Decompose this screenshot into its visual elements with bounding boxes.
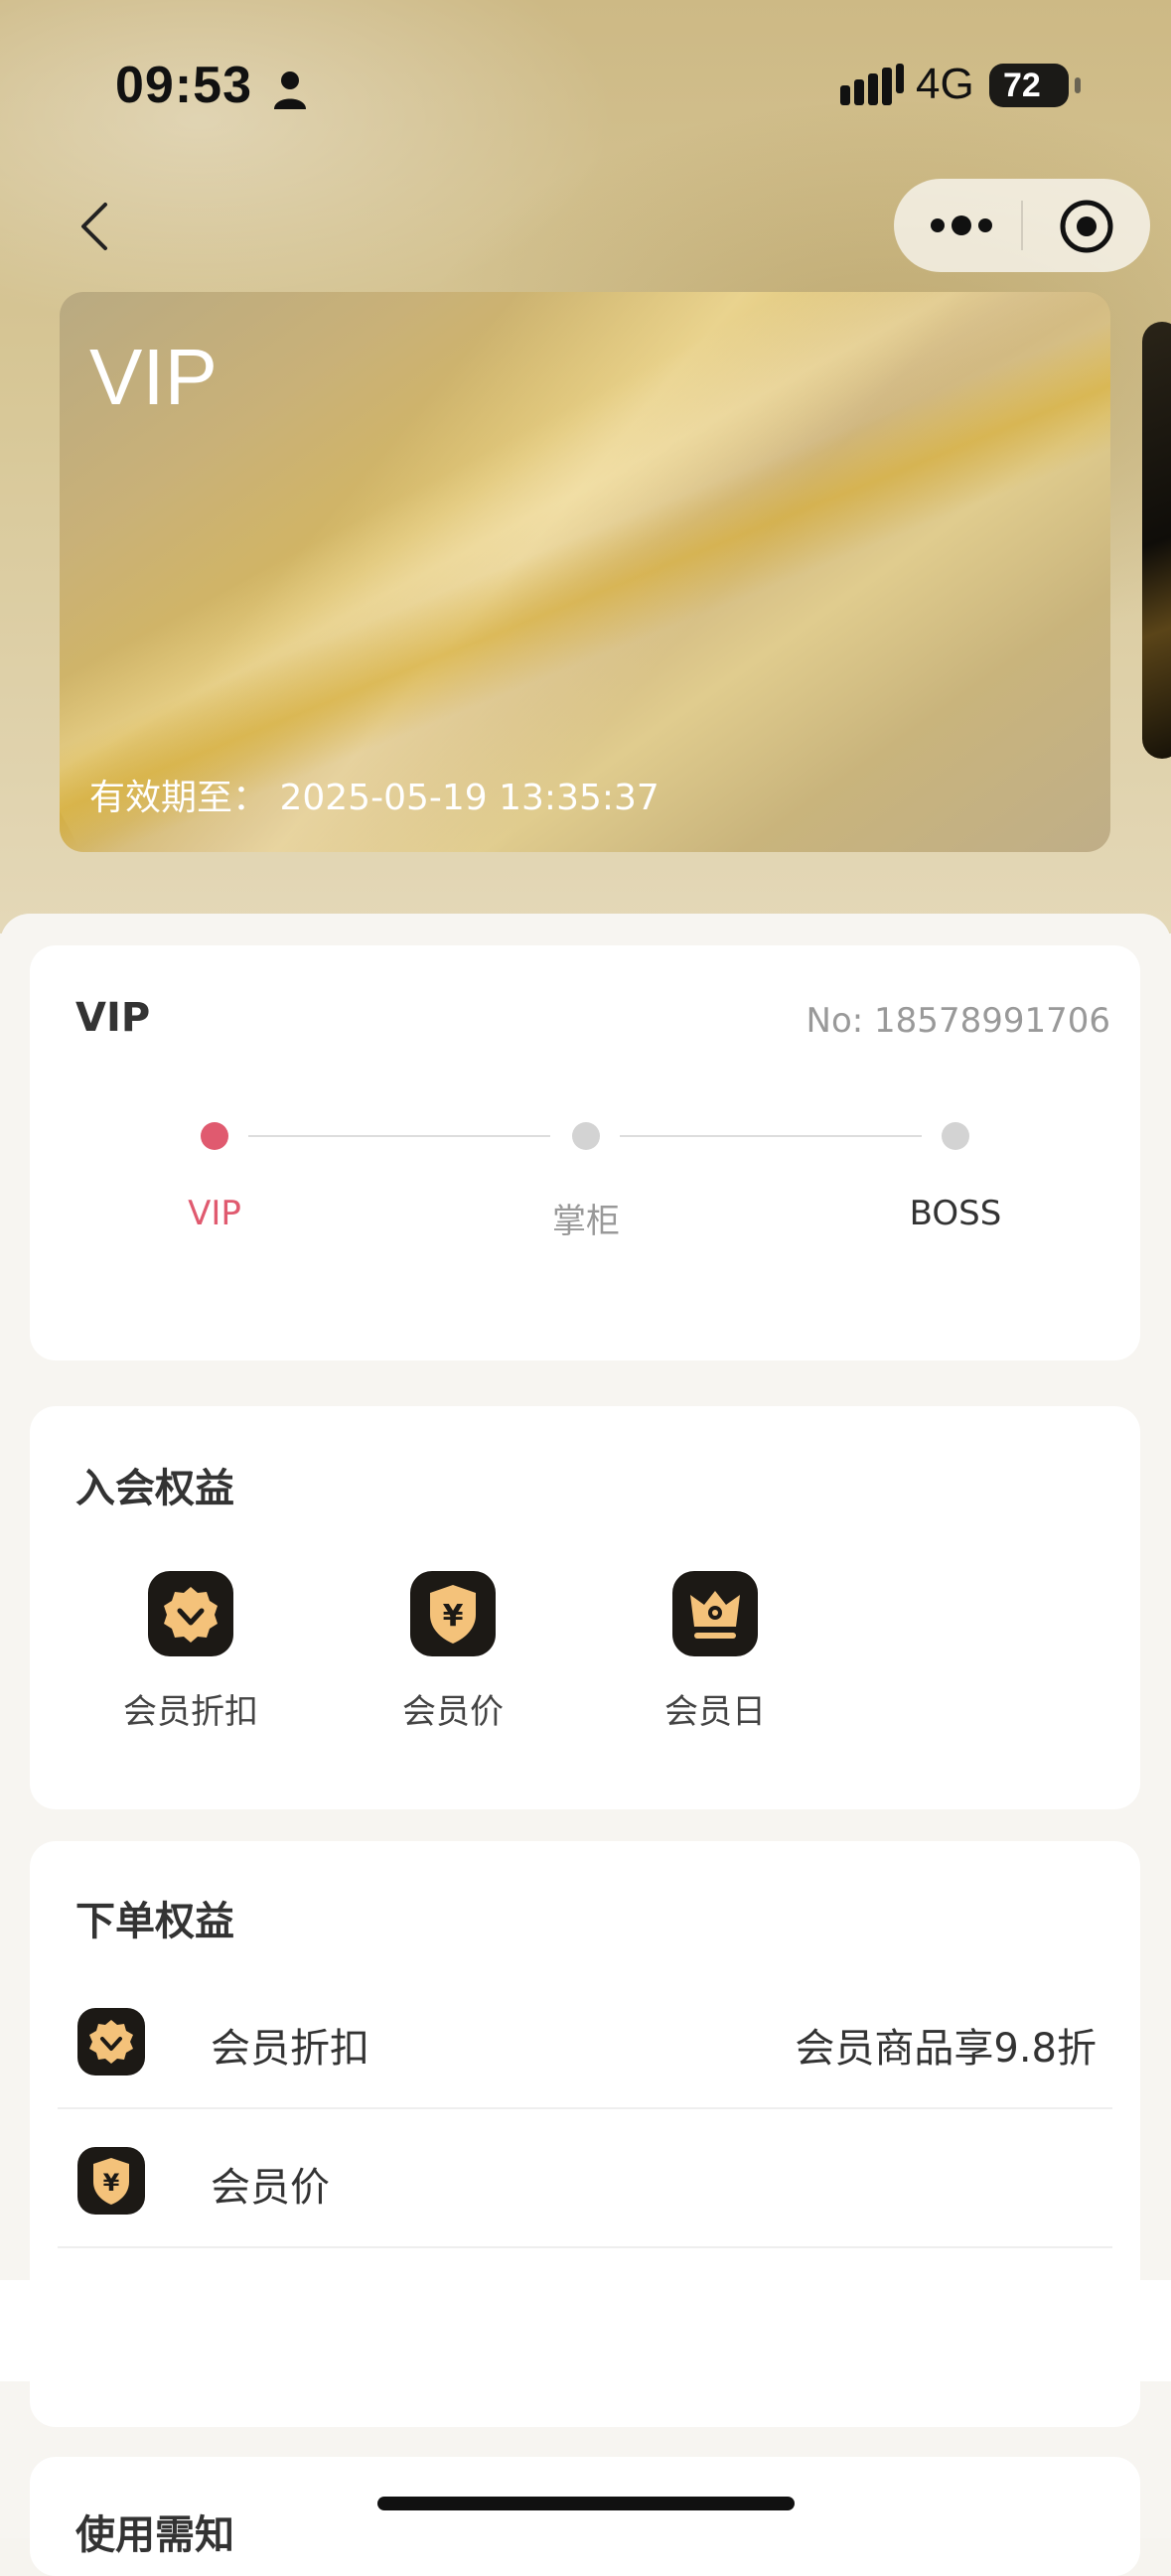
yen-shield-icon: ¥ [77, 2147, 145, 2215]
next-card-preview[interactable] [1142, 322, 1171, 759]
header-background: 09:53 4G 72 VIP 有效期至： 2025-05-19 13:35:3… [0, 0, 1171, 933]
card-title: VIP [89, 333, 218, 421]
notice-title: 使用需知 [75, 2512, 234, 2558]
benefit-label: 会员日 [664, 1692, 766, 1732]
svg-text:¥: ¥ [103, 2169, 120, 2197]
back-arrow-icon[interactable] [75, 199, 115, 254]
card-expiry: 有效期至： 2025-05-19 13:35:37 [89, 769, 659, 820]
status-bar: 09:53 4G 72 [0, 0, 1171, 169]
close-target-icon[interactable] [1059, 199, 1114, 254]
notice-panel: 使用需知 [30, 2457, 1140, 2576]
order-benefit-label: 会员价 [211, 2165, 330, 2211]
level-panel: VIP No: 18578991706 VIP 掌柜 BOSS [30, 945, 1140, 1360]
join-benefits-title: 入会权益 [75, 1466, 234, 1511]
level-label-boss[interactable]: BOSS [856, 1194, 1055, 1233]
svg-text:¥: ¥ [443, 1599, 464, 1634]
status-time: 09:53 [115, 57, 252, 114]
level-label-zhanggui[interactable]: 掌柜 [487, 1194, 685, 1242]
benefit-item[interactable]: ¥ 会员价 [354, 1571, 552, 1733]
home-indicator[interactable] [377, 2497, 795, 2510]
join-benefits-panel: 入会权益 会员折扣 ¥ 会员价 会员日 [30, 1406, 1140, 1809]
expiry-value: 2025-05-19 13:35:37 [279, 778, 659, 818]
more-dots-icon[interactable] [926, 203, 997, 248]
benefit-label: 会员折扣 [123, 1692, 258, 1732]
battery-icon: 72 [989, 64, 1081, 107]
battery-level: 72 [1003, 67, 1041, 104]
level-label-vip[interactable]: VIP [115, 1194, 314, 1233]
current-level-name: VIP [75, 995, 151, 1041]
level-connector [620, 1135, 922, 1137]
network-type: 4G [916, 60, 974, 108]
scroll-overlay [0, 2280, 1171, 2381]
crown-icon [672, 1571, 758, 1656]
order-benefit-value: 会员商品享9.8折 [795, 2026, 1097, 2072]
benefit-label: 会员价 [402, 1692, 504, 1732]
order-benefit-row[interactable]: 会员折扣 会员商品享9.8折 [58, 1970, 1112, 2109]
order-benefit-row[interactable]: ¥ 会员价 [58, 2109, 1112, 2248]
member-card[interactable]: VIP 有效期至： 2025-05-19 13:35:37 [60, 292, 1110, 852]
benefit-item[interactable]: 会员日 [616, 1571, 814, 1733]
level-dot-boss [942, 1122, 969, 1150]
discount-badge-icon [77, 2008, 145, 2075]
level-dot-vip [201, 1122, 228, 1150]
miniprogram-capsule [894, 179, 1150, 272]
row-divider [58, 2246, 1112, 2248]
benefit-item[interactable]: 会员折扣 [91, 1571, 290, 1733]
order-benefit-label: 会员折扣 [211, 2026, 369, 2072]
level-dot-zhanggui [572, 1122, 600, 1150]
expiry-label: 有效期至： [89, 778, 269, 818]
discount-badge-icon [148, 1571, 233, 1656]
person-icon [274, 72, 306, 109]
order-benefits-title: 下单权益 [75, 1899, 234, 1944]
level-connector [248, 1135, 550, 1137]
member-number: No: 18578991706 [805, 1001, 1110, 1041]
capsule-divider [1021, 201, 1023, 250]
yen-shield-icon: ¥ [410, 1571, 496, 1656]
signal-icon [840, 64, 904, 105]
